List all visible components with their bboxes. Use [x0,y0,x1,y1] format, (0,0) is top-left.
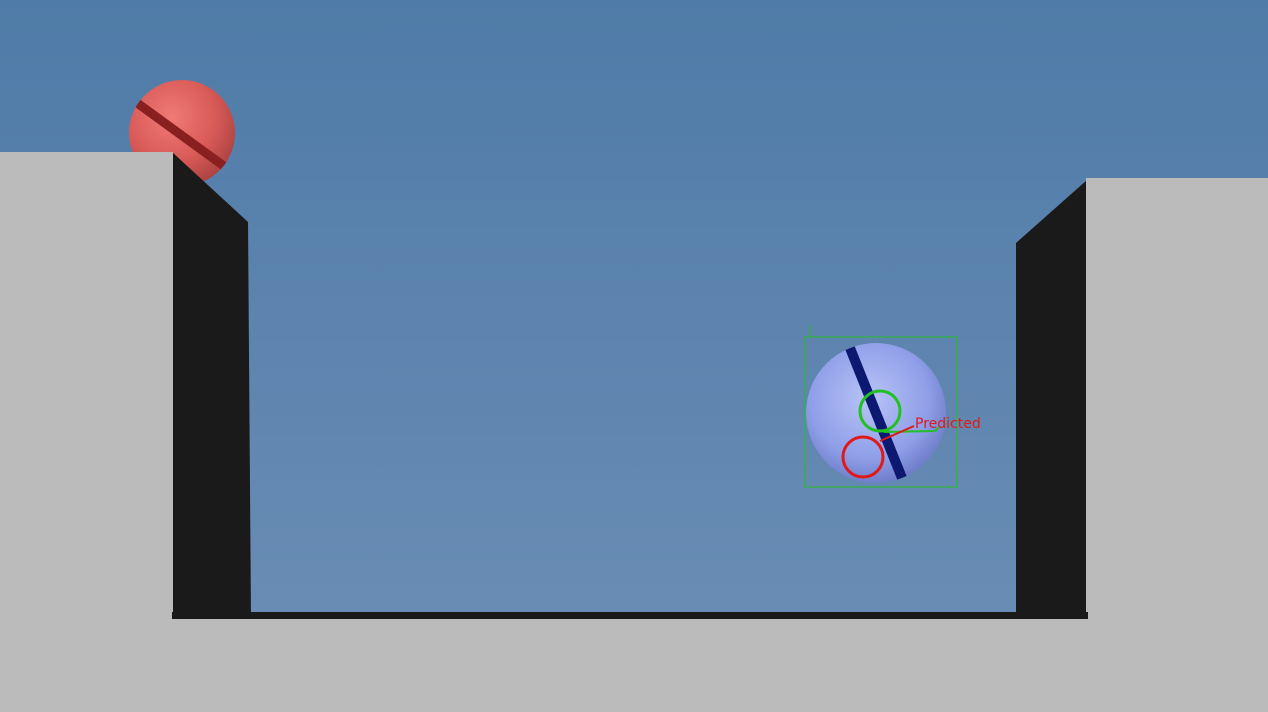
left-ledge [0,152,251,620]
ground-floor [0,619,1268,712]
right-ledge [1016,178,1268,620]
right-wall-inner-face [1016,180,1087,620]
left-wall-top [0,152,173,620]
game-scene: Predicted [0,0,1268,712]
right-wall-top [1086,178,1268,620]
predicted-label: Predicted [915,416,981,432]
left-wall-inner-face [172,152,251,620]
